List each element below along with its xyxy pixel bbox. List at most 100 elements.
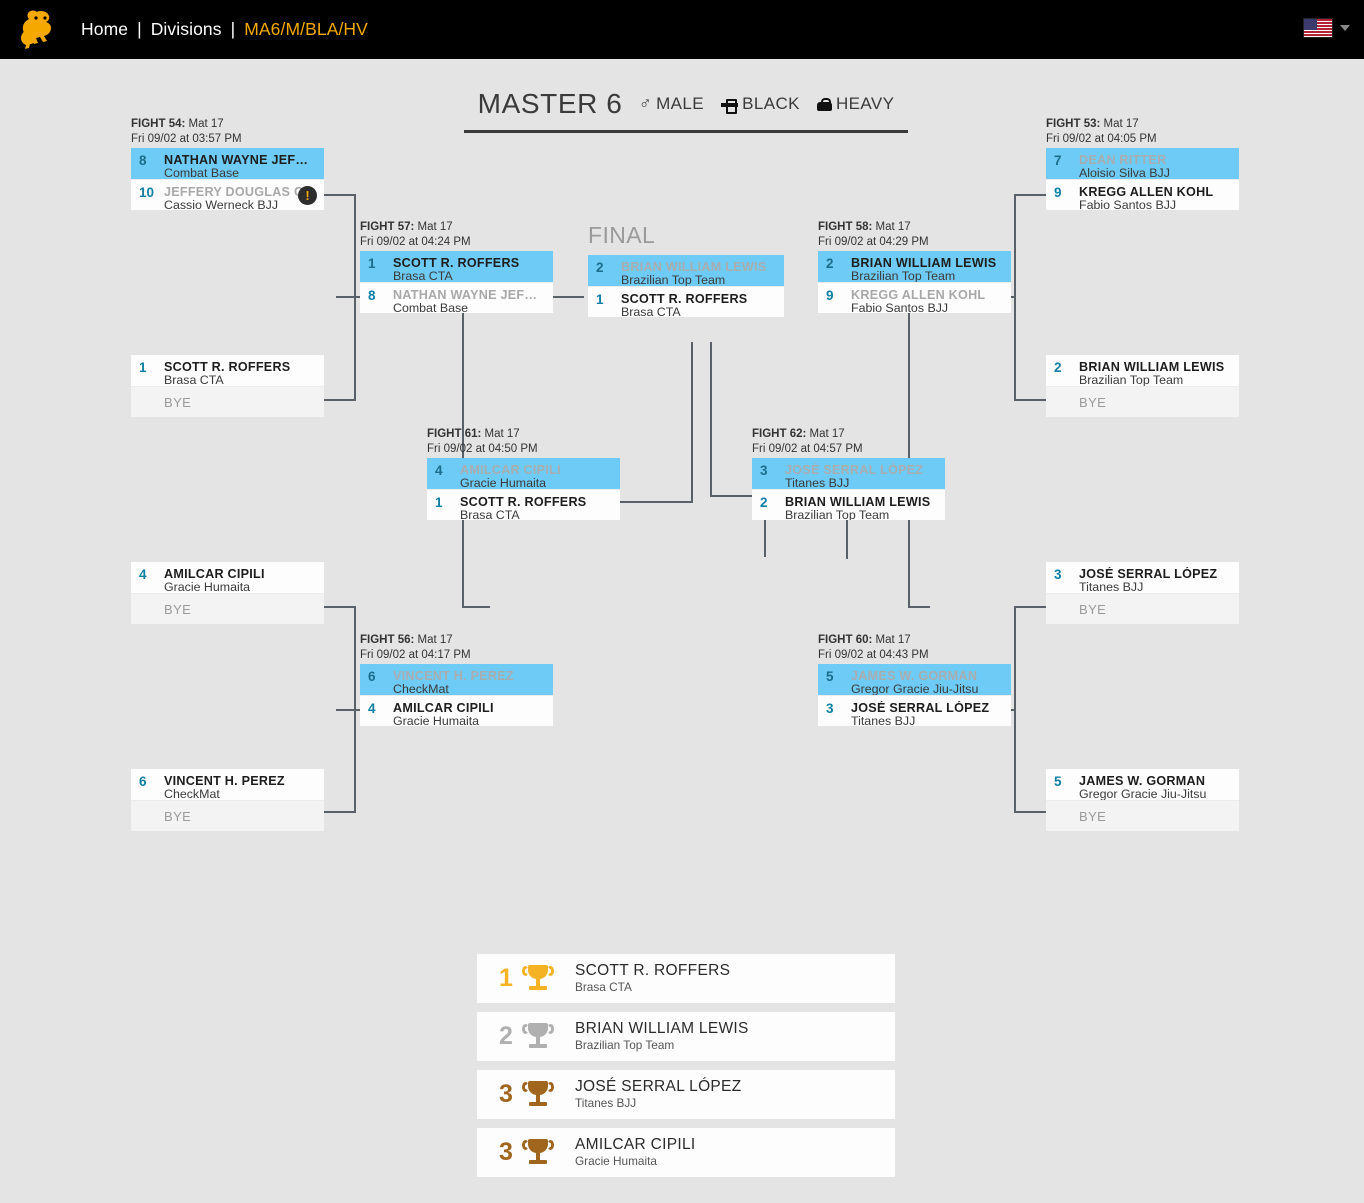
trophy-bronze-icon bbox=[522, 1080, 554, 1109]
match-competitor-row[interactable]: 1 SCOTT R. ROFFERS Brasa CTA bbox=[427, 489, 620, 520]
match-right-mid-bye[interactable]: 3 JOSÉ SERRAL LÓPEZ Titanes BJJ BYE bbox=[1046, 562, 1239, 624]
match-competitor-row[interactable]: 4 AMILCAR CIPILI Gracie Humaita bbox=[360, 695, 553, 726]
match-competitor-row[interactable]: 4 AMILCAR CIPILI Gracie Humaita bbox=[131, 562, 324, 593]
match-fight-58[interactable]: 2 BRIAN WILLIAM LEWIS Brazilian Top Team… bbox=[818, 251, 1011, 313]
competitor-team: Brazilian Top Team bbox=[851, 269, 956, 282]
match-fight-53[interactable]: 7 DEAN RITTER Aloisio Silva BJJ 9 KREGG … bbox=[1046, 148, 1239, 210]
seed-number: 1 bbox=[368, 256, 376, 271]
competitor-name: VINCENT H. PEREZ bbox=[164, 773, 285, 788]
bye-label: BYE bbox=[164, 809, 192, 824]
division-belt: BLACK bbox=[721, 94, 805, 114]
competitor-team: Titanes BJJ bbox=[1079, 580, 1144, 593]
match-fight-57[interactable]: 1 SCOTT R. ROFFERS Brasa CTA 8 NATHAN WA… bbox=[360, 251, 553, 313]
match-competitor-row[interactable]: 9 KREGG ALLEN KOHL Fabio Santos BJJ bbox=[1046, 179, 1239, 210]
bye-label: BYE bbox=[1079, 602, 1107, 617]
podium-team: Titanes BJJ bbox=[575, 1096, 637, 1110]
podium-name: AMILCAR CIPILI bbox=[575, 1136, 696, 1153]
competitor-name: JEFFERY DOUGLAS C… bbox=[164, 184, 317, 199]
match-left-bottom-bye[interactable]: 6 VINCENT H. PEREZ CheckMat BYE bbox=[131, 769, 324, 831]
match-competitor-row[interactable]: 8 NATHAN WAYNE JEF… Combat Base bbox=[131, 148, 324, 179]
competitor-name: JOSÉ SERRAL LÓPEZ bbox=[851, 700, 990, 715]
competitor-name: BRIAN WILLIAM LEWIS bbox=[1079, 359, 1225, 374]
seed-number: 3 bbox=[1054, 567, 1062, 582]
match-competitor-row[interactable]: 6 VINCENT H. PEREZ CheckMat bbox=[131, 769, 324, 800]
match-bye-row: BYE bbox=[131, 800, 324, 831]
match-right-top-bye[interactable]: 2 BRIAN WILLIAM LEWIS Brazilian Top Team… bbox=[1046, 355, 1239, 417]
match-bye-row: BYE bbox=[131, 593, 324, 624]
bracket-connector bbox=[336, 709, 360, 711]
match-competitor-row[interactable]: 3 JOSÉ SERRAL LÓPEZ Titanes BJJ bbox=[752, 458, 945, 489]
match-fight-54[interactable]: 8 NATHAN WAYNE JEF… Combat Base 10 JEFFE… bbox=[131, 148, 324, 210]
top-navigation-bar: Home | Divisions | MA6/M/BLA/HV bbox=[0, 0, 1364, 59]
match-competitor-row[interactable]: 1 SCOTT R. ROFFERS Brasa CTA bbox=[360, 251, 553, 282]
match-competitor-row[interactable]: 9 KREGG ALLEN KOHL Fabio Santos BJJ bbox=[818, 282, 1011, 313]
match-fight-61[interactable]: 4 AMILCAR CIPILI Gracie Humaita 1 SCOTT … bbox=[427, 458, 620, 520]
match-competitor-row[interactable]: 2 BRIAN WILLIAM LEWIS Brazilian Top Team bbox=[818, 251, 1011, 282]
competitor-team: Gregor Gracie Jiu-Jitsu bbox=[1079, 787, 1207, 800]
podium-team: Gracie Humaita bbox=[575, 1154, 657, 1168]
final-label: FINAL bbox=[588, 222, 656, 248]
seed-number: 1 bbox=[139, 360, 147, 375]
match-competitor-row[interactable]: 4 AMILCAR CIPILI Gracie Humaita bbox=[427, 458, 620, 489]
podium-row[interactable]: 3 JOSÉ SERRAL LÓPEZ Titanes BJJ bbox=[477, 1070, 895, 1119]
competitor-team: Gracie Humaita bbox=[393, 714, 480, 726]
match-competitor-row[interactable]: 10 JEFFERY DOUGLAS C… Cassio Werneck BJJ… bbox=[131, 179, 324, 210]
breadcrumb-divisions[interactable]: Divisions bbox=[151, 19, 222, 39]
competitor-team: Fabio Santos BJJ bbox=[1079, 198, 1177, 210]
match-fight-56[interactable]: 6 VINCENT H. PEREZ CheckMat 4 AMILCAR CI… bbox=[360, 664, 553, 726]
bracket-connector bbox=[691, 342, 693, 503]
division-name: MASTER 6 bbox=[477, 88, 623, 119]
competitor-name: BRIAN WILLIAM LEWIS bbox=[785, 494, 931, 509]
fight-label-61: FIGHT 61: Mat 17 Fri 09/02 at 04:50 PM bbox=[427, 428, 538, 455]
match-competitor-row[interactable]: 7 DEAN RITTER Aloisio Silva BJJ bbox=[1046, 148, 1239, 179]
competitor-team: Titanes BJJ bbox=[851, 714, 916, 726]
warning-badge-icon[interactable]: ! bbox=[298, 186, 317, 205]
competitor-name: DEAN RITTER bbox=[1079, 152, 1167, 167]
match-competitor-row[interactable]: 1 SCOTT R. ROFFERS Brasa CTA bbox=[131, 355, 324, 386]
match-competitor-row[interactable]: 8 NATHAN WAYNE JEF… Combat Base bbox=[360, 282, 553, 313]
match-competitor-row[interactable]: 2 BRIAN WILLIAM LEWIS Brazilian Top Team bbox=[752, 489, 945, 520]
podium-info: JOSÉ SERRAL LÓPEZ Titanes BJJ bbox=[575, 1078, 895, 1111]
podium-place: 2 bbox=[499, 1022, 513, 1050]
match-competitor-row[interactable]: 3 JOSÉ SERRAL LÓPEZ Titanes BJJ bbox=[818, 695, 1011, 726]
podium-row[interactable]: 2 BRIAN WILLIAM LEWIS Brazilian Top Team bbox=[477, 1012, 895, 1061]
podium-info: AMILCAR CIPILI Gracie Humaita bbox=[575, 1136, 895, 1169]
match-competitor-row[interactable]: 2 BRIAN WILLIAM LEWIS Brazilian Top Team bbox=[588, 255, 784, 286]
podium-name: JOSÉ SERRAL LÓPEZ bbox=[575, 1078, 742, 1095]
match-competitor-row[interactable]: 3 JOSÉ SERRAL LÓPEZ Titanes BJJ bbox=[1046, 562, 1239, 593]
seed-number: 6 bbox=[139, 774, 147, 789]
match-competitor-row[interactable]: 2 BRIAN WILLIAM LEWIS Brazilian Top Team bbox=[1046, 355, 1239, 386]
match-competitor-row[interactable]: 5 JAMES W. GORMAN Gregor Gracie Jiu-Jits… bbox=[1046, 769, 1239, 800]
fight-label-53: FIGHT 53: Mat 17 Fri 09/02 at 04:05 PM bbox=[1046, 118, 1157, 145]
seed-number: 2 bbox=[1054, 360, 1062, 375]
match-competitor-row[interactable]: 1 SCOTT R. ROFFERS Brasa CTA bbox=[588, 286, 784, 317]
fight-label-56: FIGHT 56: Mat 17 Fri 09/02 at 04:17 PM bbox=[360, 634, 471, 661]
seed-number: 2 bbox=[760, 495, 768, 510]
competitor-name: JAMES W. GORMAN bbox=[851, 668, 978, 683]
match-fight-62[interactable]: 3 JOSÉ SERRAL LÓPEZ Titanes BJJ 2 BRIAN … bbox=[752, 458, 945, 520]
match-left-top-bye[interactable]: 1 SCOTT R. ROFFERS Brasa CTA BYE bbox=[131, 355, 324, 417]
tiger-logo-icon[interactable] bbox=[14, 8, 66, 52]
competitor-name: SCOTT R. ROFFERS bbox=[460, 494, 587, 509]
language-selector[interactable] bbox=[1303, 18, 1350, 38]
match-competitor-row[interactable]: 6 VINCENT H. PEREZ CheckMat bbox=[360, 664, 553, 695]
seed-number: 5 bbox=[826, 669, 834, 684]
podium-name: SCOTT R. ROFFERS bbox=[575, 962, 731, 979]
competitor-team: Fabio Santos BJJ bbox=[851, 301, 949, 313]
match-competitor-row[interactable]: 5 JAMES W. GORMAN Gregor Gracie Jiu-Jits… bbox=[818, 664, 1011, 695]
podium-row[interactable]: 1 SCOTT R. ROFFERS Brasa CTA bbox=[477, 954, 895, 1003]
podium-row[interactable]: 3 AMILCAR CIPILI Gracie Humaita bbox=[477, 1128, 895, 1177]
match-final[interactable]: 2 BRIAN WILLIAM LEWIS Brazilian Top Team… bbox=[588, 255, 784, 317]
seed-number: 2 bbox=[596, 260, 604, 275]
seed-number: 1 bbox=[596, 292, 604, 307]
bracket-connector bbox=[324, 399, 356, 401]
seed-number: 7 bbox=[1054, 153, 1062, 168]
breadcrumb-home[interactable]: Home bbox=[81, 19, 128, 39]
competitor-team: CheckMat bbox=[164, 787, 220, 800]
fight-label-54: FIGHT 54: Mat 17 Fri 09/02 at 03:57 PM bbox=[131, 118, 242, 145]
match-left-mid-bye[interactable]: 4 AMILCAR CIPILI Gracie Humaita BYE bbox=[131, 562, 324, 624]
seed-number: 10 bbox=[139, 185, 155, 200]
match-right-bottom-bye[interactable]: 5 JAMES W. GORMAN Gregor Gracie Jiu-Jits… bbox=[1046, 769, 1239, 831]
seed-number: 8 bbox=[368, 288, 376, 303]
match-fight-60[interactable]: 5 JAMES W. GORMAN Gregor Gracie Jiu-Jits… bbox=[818, 664, 1011, 726]
